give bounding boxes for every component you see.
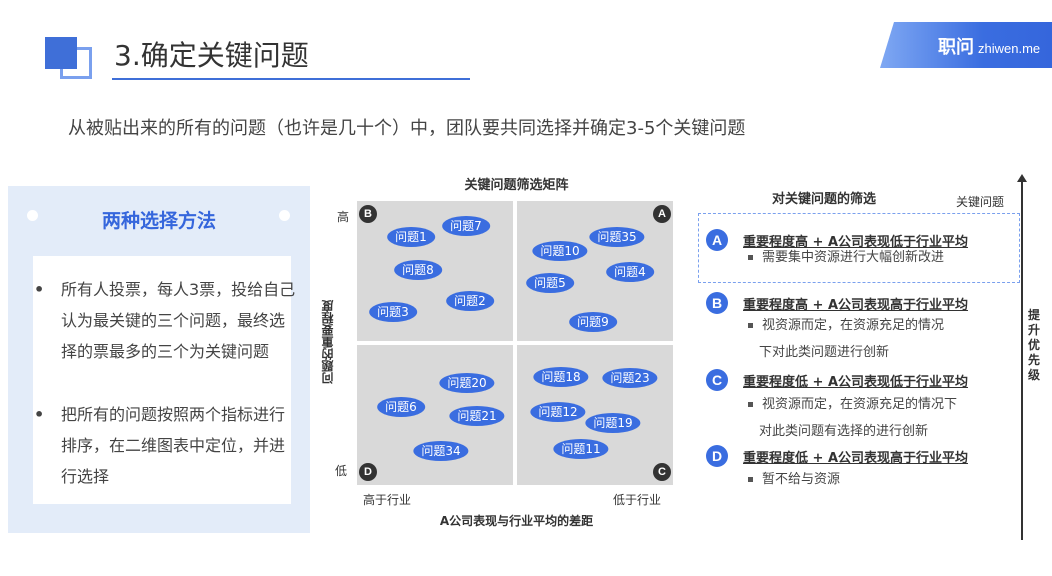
issue-bubble: 问题11 [553,439,609,459]
priority-label: 提升优先级 [1027,308,1040,382]
screening-title: 对关键问题的筛选 [772,192,877,207]
item-desc: 暂不给与资源 [748,467,840,492]
corner-a: A [653,205,671,223]
title-underline [112,78,470,80]
y-low-label: 低 [335,464,348,478]
issue-bubble: 问题21 [449,406,505,426]
item-desc-text: 视资源而定，在资源充足的情况 [762,318,945,333]
item-desc-cont: 下对此类问题进行创新 [759,345,890,360]
key-issue-label: 关键问题 [956,195,1005,209]
issue-bubble: 问题18 [533,367,589,387]
screening-matrix: B A D C 问题1 问题7 问题8 问题2 问题3 问题10 问题35 问题… [357,201,673,485]
y-high-label: 高 [337,210,350,224]
issue-bubble: 问题4 [606,262,654,282]
logo-square-filled [45,37,77,69]
methods-title: 两种选择方法 [101,210,216,232]
badge-a: A [706,229,728,251]
square-bullet-icon [748,477,753,482]
issue-bubble: 问题1 [387,227,435,247]
issue-bubble: 问题3 [369,302,417,322]
x-right-label: 低于行业 [613,493,662,507]
issue-bubble: 问题8 [394,260,442,280]
issue-bubble: 问题19 [585,413,641,433]
bullet-dot: • [34,280,45,299]
item-desc-text: 需要集中资源进行大幅创新改进 [762,250,945,265]
badge-d: D [706,445,728,467]
subtitle: 从被贴出来的所有的问题（也许是几十个）中，团队要共同选择并确定3-5个关键问题 [68,118,746,139]
corner-b: B [359,205,377,223]
corner-c: C [653,463,671,481]
brand-badge: 职问 zhiwen.me [880,22,1052,68]
method-text: 把所有的问题按照两个指标进行排序，在二维图表中定位，并进行选择 [61,405,286,486]
issue-bubble: 问题6 [377,397,425,417]
page-title: 3.确定关键问题 [114,39,309,72]
method-text: 所有人投票，每人3票，投给自己认为最关键的三个问题，最终选择的票最多的三个为关键… [61,280,296,361]
badge-c: C [706,369,728,391]
item-heading: 重要程度高 + A公司表现高于行业平均 [743,298,969,313]
corner-d: D [359,463,377,481]
bullet-dot: • [34,405,45,424]
priority-arrow-icon [1017,174,1027,540]
issue-bubble: 问题20 [439,373,495,393]
square-bullet-icon [748,255,753,260]
item-desc-cont: 对此类问题有选择的进行创新 [759,424,929,439]
issue-bubble: 问题10 [532,241,588,261]
square-bullet-icon [748,323,753,328]
issue-bubble: 问题5 [526,273,574,293]
issue-bubble: 问题2 [446,291,494,311]
methods-panel: 两种选择方法 • 所有人投票，每人3票，投给自己认为最关键的三个问题，最终选择的… [8,186,310,533]
matrix-title: 关键问题筛选矩阵 [464,178,569,193]
badge-b: B [706,292,728,314]
brand-domain: zhiwen.me [978,41,1041,56]
item-heading: 重要程度低 + A公司表现低于行业平均 [743,375,969,390]
issue-bubble: 问题7 [442,216,490,236]
issue-bubble: 问题34 [413,441,469,461]
method-item: • 把所有的问题按照两个指标进行排序，在二维图表中定位，并进行选择 [34,399,296,492]
item-desc-text: 视资源而定，在资源充足的情况下 [762,397,958,412]
x-axis-title: A公司表现与行业平均的差距 [439,514,594,528]
item-desc-text: 暂不给与资源 [762,472,841,487]
method-item: • 所有人投票，每人3票，投给自己认为最关键的三个问题，最终选择的票最多的三个为… [34,274,296,367]
item-desc: 需要集中资源进行大幅创新改进 [748,245,944,270]
y-axis-title: 问题的重要程度 [321,300,335,384]
x-left-label: 高于行业 [363,493,412,507]
issue-bubble: 问题23 [602,368,658,388]
item-desc: 视资源而定，在资源充足的情况 [748,313,944,338]
brand-name: 职问 [938,37,974,58]
issue-bubble: 问题9 [569,312,617,332]
item-desc: 视资源而定，在资源充足的情况下 [748,392,957,417]
item-heading: 重要程度低 + A公司表现高于行业平均 [743,451,969,466]
square-bullet-icon [748,402,753,407]
issue-bubble: 问题12 [530,402,586,422]
issue-bubble: 问题35 [589,227,645,247]
